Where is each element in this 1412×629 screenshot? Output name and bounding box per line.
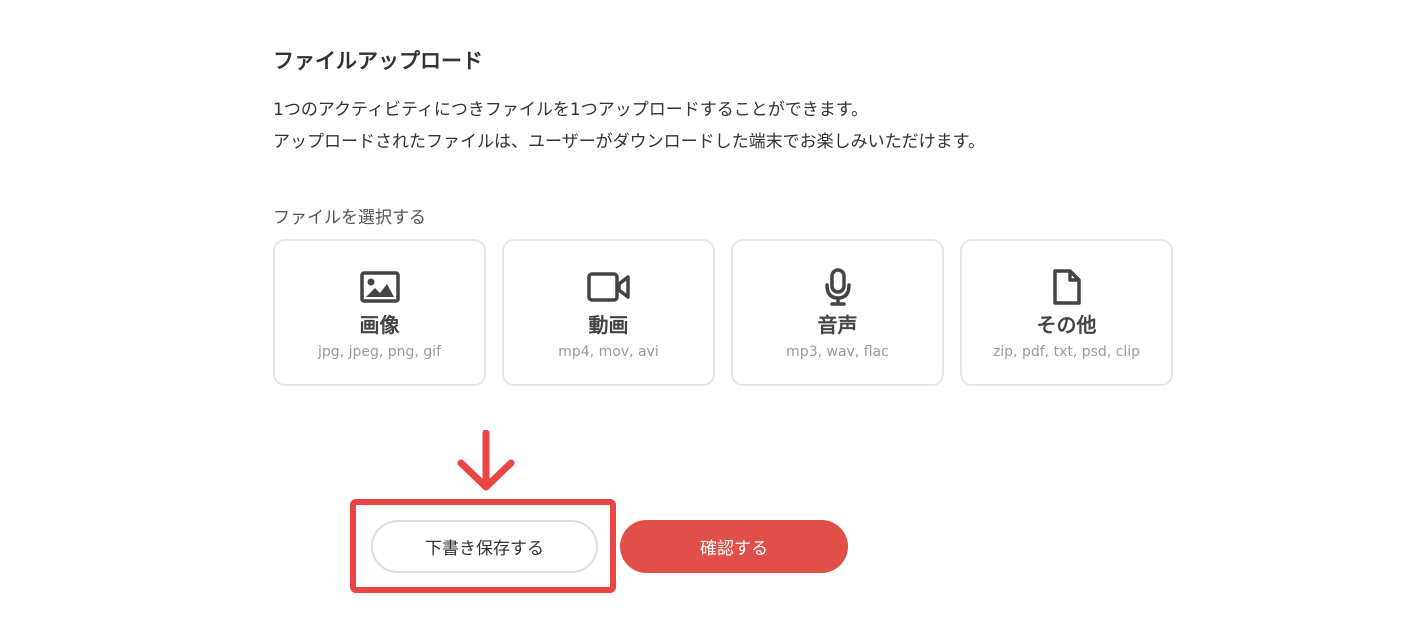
file-type-label: その他 [1036, 313, 1097, 337]
file-type-formats: jpg, jpeg, png, gif [318, 344, 441, 360]
file-type-label: 動画 [588, 313, 629, 337]
confirm-button[interactable]: 確認する [620, 520, 848, 573]
save-draft-button[interactable]: 下書き保存する [371, 520, 598, 573]
arrow-down-icon [456, 429, 516, 496]
description-line-1: 1つのアクティビティにつきファイルを1つアップロードすることができます。 [273, 100, 869, 120]
file-type-image-card[interactable]: 画像 jpg, jpeg, png, gif [273, 239, 486, 386]
select-file-label: ファイルを選択する [273, 208, 426, 228]
file-type-label: 音声 [817, 313, 858, 337]
file-type-audio-card[interactable]: 音声 mp3, wav, flac [731, 239, 944, 386]
file-type-label: 画像 [359, 313, 400, 337]
section-title: ファイルアップロード [273, 49, 483, 73]
file-icon [1052, 269, 1082, 305]
file-type-formats: mp4, mov, avi [558, 344, 659, 360]
upload-description: 1つのアクティビティにつきファイルを1つアップロードすることができます。 アップ… [273, 94, 1173, 158]
file-type-formats: zip, pdf, txt, psd, clip [992, 344, 1141, 360]
image-icon [359, 269, 400, 305]
file-type-options: 画像 jpg, jpeg, png, gif 動画 mp4, mov, avi … [273, 239, 1173, 386]
file-type-formats: mp3, wav, flac [786, 344, 889, 360]
file-type-video-card[interactable]: 動画 mp4, mov, avi [502, 239, 715, 386]
description-line-2: アップロードされたファイルは、ユーザーがダウンロードした端末でお楽しみいただけま… [273, 132, 985, 152]
file-type-other-card[interactable]: その他 zip, pdf, txt, psd, clip [960, 239, 1173, 386]
microphone-icon [824, 268, 852, 306]
video-icon [586, 269, 631, 305]
